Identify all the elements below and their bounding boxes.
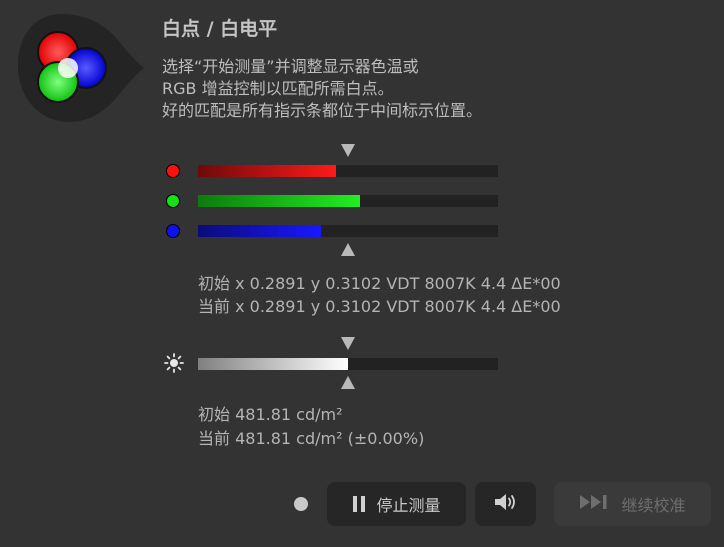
red-channel-dot (166, 164, 180, 178)
speaker-icon (493, 491, 519, 517)
instruction-line-1: 选择“开始测量”并调整显示器色温或 (162, 57, 419, 76)
blue-channel-fill (198, 225, 321, 237)
sound-toggle-button[interactable] (475, 482, 536, 526)
instruction-line-2: RGB 增益控制以匹配所需白点。 (162, 79, 394, 98)
green-channel-fill (198, 195, 360, 207)
initial-readout: 初始 x 0.2891 y 0.3102 VDT 8007K 4.4 ΔE*00 (198, 274, 561, 293)
rgb-target-marker-bottom (341, 243, 355, 256)
green-channel-bar (198, 195, 498, 207)
sun-icon (164, 353, 184, 373)
red-channel-fill (198, 165, 336, 177)
brightness-current-readout: 当前 481.81 cd/m² (±0.00%) (198, 429, 425, 448)
pause-icon (352, 496, 366, 512)
skip-forward-icon (579, 494, 611, 514)
brightness-target-marker-top (341, 337, 355, 350)
green-channel-dot (166, 194, 180, 208)
stop-measurement-button[interactable]: 停止测量 (327, 482, 466, 526)
blue-channel-bar (198, 225, 498, 237)
brightness-fill (198, 358, 348, 370)
continue-calibration-button[interactable]: 继续校准 (554, 482, 711, 526)
continue-calibration-label: 继续校准 (621, 496, 686, 515)
brightness-initial-readout: 初始 481.81 cd/m² (198, 405, 343, 424)
stop-measurement-label: 停止测量 (376, 496, 441, 515)
instruction-line-3: 好的匹配是所有指示条都位于中间标示位置。 (162, 101, 483, 120)
rgb-target-marker-top (341, 144, 355, 157)
current-readout: 当前 x 0.2891 y 0.3102 VDT 8007K 4.4 ΔE*00 (198, 297, 561, 316)
rgb-logo-icon (18, 12, 144, 124)
page-title: 白点 / 白电平 (162, 18, 278, 40)
blue-channel-dot (166, 224, 180, 238)
status-dot-icon (294, 497, 308, 511)
brightness-bar (198, 358, 498, 370)
red-channel-bar (198, 165, 498, 177)
brightness-target-marker-bottom (341, 376, 355, 389)
